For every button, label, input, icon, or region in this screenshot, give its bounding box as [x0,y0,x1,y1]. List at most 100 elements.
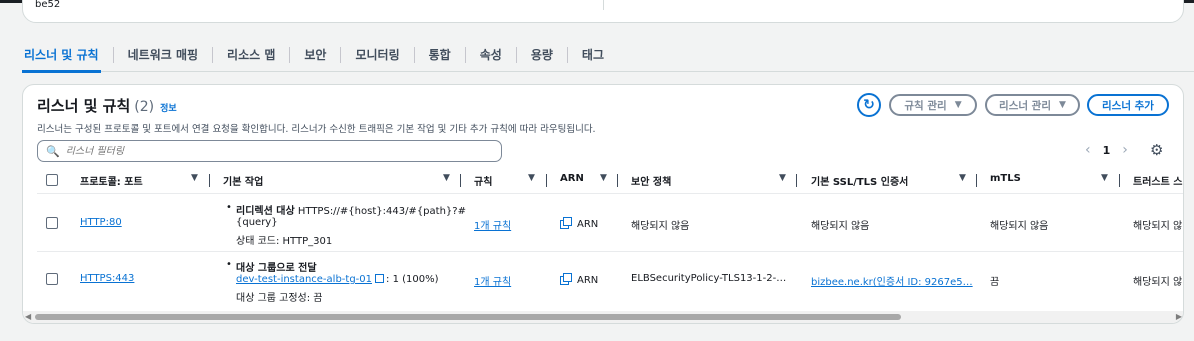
search-input[interactable] [65,145,486,157]
rules-link[interactable]: 1개 규칙 [474,273,511,288]
tab-resource-map[interactable]: 리소스 맵 [213,38,289,72]
row-divider [37,193,1183,194]
tab-listeners-rules[interactable]: 리스너 및 규칙 [22,38,113,73]
listener-count: (2) [134,99,155,115]
security-policy-value: 해당되지 않음 [631,221,690,232]
target-group-weight: : 1 (100%) [386,274,439,285]
sort-caret-icon[interactable]: ▼ [528,173,535,183]
column-resizer[interactable] [1119,174,1120,187]
sort-caret-icon[interactable]: ▼ [1101,173,1108,183]
search-icon: 🔍 [46,144,60,158]
tab-integrations[interactable]: 통합 [415,38,465,72]
details-card-text: be52 [35,0,61,10]
caret-down-icon: ▼ [1059,100,1066,110]
arn-copy[interactable]: ARN [560,217,598,230]
tab-attributes[interactable]: 속성 [466,38,516,72]
panel-title: 리스너 및 규칙 [37,97,131,115]
panel-header: 리스너 및 규칙 (2) 정보 [37,95,177,116]
sort-caret-icon[interactable]: ▼ [191,173,198,183]
tab-capacity[interactable]: 용량 [517,38,567,72]
select-all-checkbox[interactable] [46,174,58,186]
security-policy-value: ELBSecurityPolicy-TLS13-1-2-… [631,273,787,284]
tab-bar: 리스너 및 규칙 네트워크 매핑 리소스 맵 보안 모니터링 통합 속성 용량 … [22,38,1194,73]
settings-gear-icon[interactable]: ⚙ [1150,141,1163,159]
action-title: 리디렉션 대상 [236,206,295,217]
mtls-value: 끔 [990,277,1000,288]
current-page[interactable]: 1 [1103,144,1111,157]
arn-copy[interactable]: ARN [560,273,598,286]
tab-security[interactable]: 보안 [290,38,340,72]
target-group-link[interactable]: dev-test-instance-alb-tg-01 [236,274,372,285]
col-protocol-port[interactable]: 프로토콜: 포트 [80,173,143,188]
rules-link[interactable]: 1개 규칙 [474,217,511,232]
action-title: 대상 그룹으로 전달 [236,263,317,274]
manage-rules-label: 규칙 관리 [904,99,947,112]
details-card-bottom: be52 [22,0,1184,23]
scrollbar-thumb[interactable] [35,314,901,320]
tab-monitoring[interactable]: 모니터링 [341,38,413,72]
bullet: • [226,202,232,213]
column-resizer[interactable] [546,174,547,187]
column-resizer[interactable] [460,174,461,187]
manage-listeners-label: 리스너 관리 [999,99,1052,112]
ssl-cert-value: 해당되지 않음 [811,221,870,232]
trust-store-value: 해당되지 않 [1133,277,1183,288]
copy-icon [560,217,572,229]
next-page-icon[interactable]: › [1122,142,1128,158]
sort-caret-icon[interactable]: ▼ [443,173,450,183]
scroll-right-icon[interactable]: ▶ [1176,312,1182,321]
scroll-left-icon[interactable]: ◀ [25,312,31,321]
stickiness: 대상 그룹 고정성: 끔 [236,293,323,304]
col-mtls[interactable]: mTLS [990,173,1021,184]
copy-icon [560,273,572,285]
caret-down-icon: ▼ [954,100,962,110]
row-divider [37,251,1183,252]
info-link[interactable]: 정보 [160,101,177,114]
col-security-policy[interactable]: 보안 정책 [631,173,671,188]
sort-caret-icon[interactable]: ▼ [600,173,607,183]
listeners-panel: 리스너 및 규칙 (2) 정보 리스너는 구성된 프로토콜 및 포트에서 연결 … [22,84,1184,324]
add-listener-button[interactable]: 리스너 추가 [1087,94,1169,116]
bullet: • [226,259,232,270]
row-checkbox[interactable] [46,273,58,285]
details-card-divider [603,0,604,10]
sort-caret-icon[interactable]: ▼ [779,173,786,183]
column-resizer[interactable] [617,174,618,187]
manage-rules-button[interactable]: 규칙 관리 ▼ [889,94,977,116]
action-line: 리디렉션 대상 HTTPS://#{host}:443/#{path}?# [236,202,466,217]
protocol-port-link[interactable]: HTTP:80 [80,217,122,228]
col-rules[interactable]: 규칙 [474,173,492,188]
sort-caret-icon[interactable]: ▼ [959,173,966,183]
redirect-target: HTTPS://#{host}:443/#{path}?# [297,206,466,217]
redirect-target-cont: {query} [236,217,278,228]
column-resizer[interactable] [209,174,210,187]
column-resizer[interactable] [796,174,797,187]
external-link-icon[interactable] [375,274,385,283]
arn-label: ARN [577,275,599,286]
refresh-icon: ↻ [863,97,875,113]
redirect-status: 상태 코드: HTTP_301 [236,236,333,247]
panel-description: 리스너는 구성된 프로토콜 및 포트에서 연결 요청을 확인합니다. 리스너가 … [37,124,596,135]
add-listener-label: 리스너 추가 [1102,99,1154,112]
tab-tags[interactable]: 태그 [568,38,618,72]
col-arn[interactable]: ARN [560,173,584,184]
trust-store-value: 해당되지 않 [1133,221,1183,232]
manage-listeners-button[interactable]: 리스너 관리 ▼ [985,94,1080,116]
pagination: ‹ 1 › [1085,142,1128,158]
refresh-button[interactable]: ↻ [857,93,881,117]
col-ssl-cert[interactable]: 기본 SSL/TLS 인증서 [811,173,908,188]
col-default-action[interactable]: 기본 작업 [223,173,263,188]
col-trust-store[interactable]: 트러스트 스 [1133,173,1182,188]
arn-label: ARN [577,219,599,230]
protocol-port-link[interactable]: HTTPS:443 [80,273,134,284]
target-group-line: dev-test-instance-alb-tg-01 : 1 (100%) [236,274,439,285]
horizontal-scrollbar[interactable]: ◀ ▶ [23,311,1183,323]
table-header: 프로토콜: 포트 ▼ 기본 작업 ▼ 규칙 ▼ ARN ▼ 보안 정책 ▼ 기본… [23,169,1183,193]
row-checkbox[interactable] [46,217,58,229]
column-resizer[interactable] [976,174,977,187]
listener-filter: 🔍 [37,140,502,162]
ssl-cert-link[interactable]: bizbee.ne.kr(인증서 ID: 9267e5… [811,273,973,288]
mtls-value: 해당되지 않음 [990,221,1049,232]
tab-network-mapping[interactable]: 네트워크 매핑 [114,38,212,72]
prev-page-icon[interactable]: ‹ [1085,142,1091,158]
